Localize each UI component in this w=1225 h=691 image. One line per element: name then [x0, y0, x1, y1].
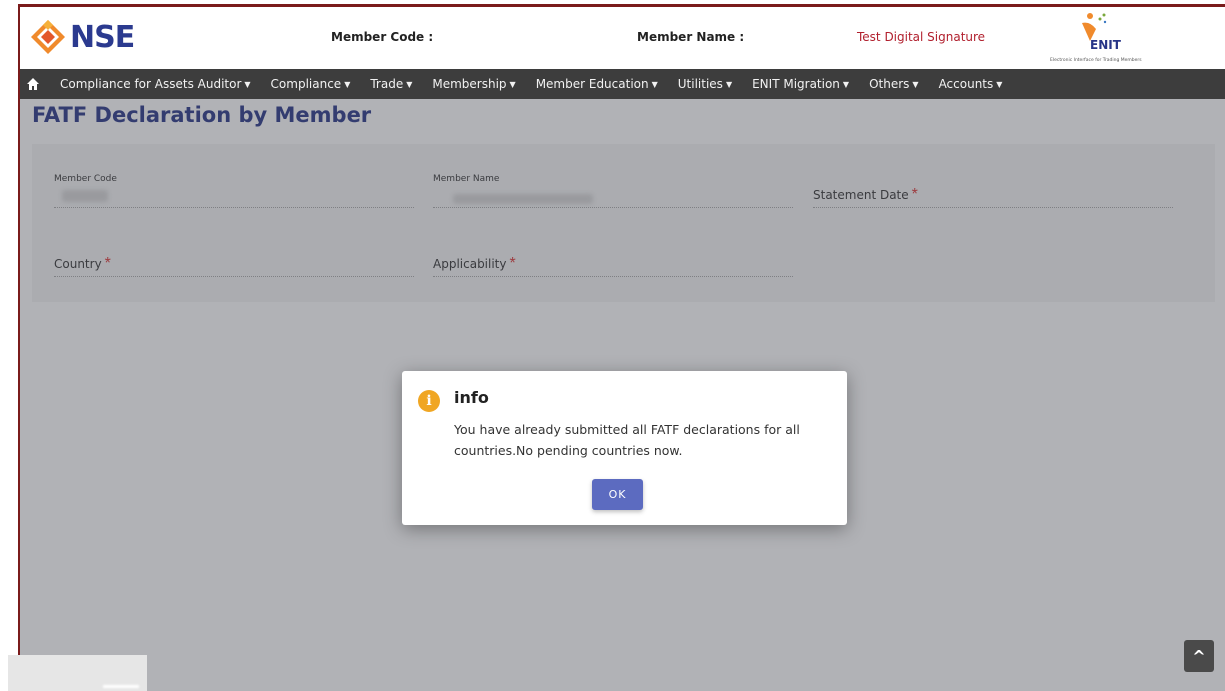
nav-others[interactable]: Others ▼: [869, 77, 918, 91]
member-code-header-label: Member Code :: [331, 30, 434, 44]
enit-logo-icon: ENIT Electronic Interface for Trading Me…: [1050, 13, 1142, 63]
nav-membership[interactable]: Membership ▼: [432, 77, 515, 91]
home-icon: [27, 78, 39, 90]
app-frame: NSE Member Code : Member Name : Test Dig…: [0, 0, 1225, 691]
ok-button[interactable]: OK: [592, 479, 643, 510]
caret-down-icon: ▼: [406, 80, 413, 89]
enit-logo: ENIT Electronic Interface for Trading Me…: [1038, 9, 1148, 65]
caret-down-icon: ▼: [996, 80, 1003, 89]
nav-compliance-assets-auditor[interactable]: Compliance for Assets Auditor ▼: [60, 77, 251, 91]
nav-trade[interactable]: Trade ▼: [370, 77, 412, 91]
nav-compliance[interactable]: Compliance ▼: [271, 77, 351, 91]
caret-down-icon: ▼: [912, 80, 919, 89]
caret-down-icon: ▼: [509, 80, 516, 89]
nav-enit-migration[interactable]: ENIT Migration ▼: [752, 77, 849, 91]
nse-logo[interactable]: NSE: [30, 19, 135, 55]
nav-accounts[interactable]: Accounts ▼: [939, 77, 1003, 91]
info-dialog: i info You have already submitted all FA…: [402, 371, 847, 525]
svg-text:ENIT: ENIT: [1090, 38, 1122, 52]
nav-utilities[interactable]: Utilities ▼: [678, 77, 732, 91]
member-name-header-label: Member Name :: [637, 30, 745, 44]
scroll-to-top-button[interactable]: ^: [1184, 640, 1214, 672]
logo-text: NSE: [70, 19, 135, 55]
caret-down-icon: ▼: [244, 80, 251, 89]
dialog-title: info: [454, 388, 489, 407]
nav-member-education[interactable]: Member Education ▼: [536, 77, 658, 91]
member-name-header-value: Test Digital Signature: [857, 30, 986, 44]
caret-down-icon: ▼: [725, 80, 733, 89]
dialog-message: You have already submitted all FATF decl…: [454, 422, 800, 458]
caret-down-icon: ▼: [842, 80, 850, 89]
info-icon: i: [418, 390, 440, 412]
home-button[interactable]: [20, 69, 46, 99]
header: NSE Member Code : Member Name : Test Dig…: [20, 7, 1225, 69]
caret-down-icon: ▼: [344, 80, 351, 89]
svg-text:Electronic Interface for Tradi: Electronic Interface for Trading Members: [1050, 57, 1142, 63]
caret-down-icon: ▼: [651, 80, 658, 89]
main-navbar: Compliance for Assets Auditor ▼ Complianc…: [20, 69, 1225, 99]
bottom-left-panel: [8, 655, 147, 691]
nse-logo-icon: [31, 20, 65, 54]
